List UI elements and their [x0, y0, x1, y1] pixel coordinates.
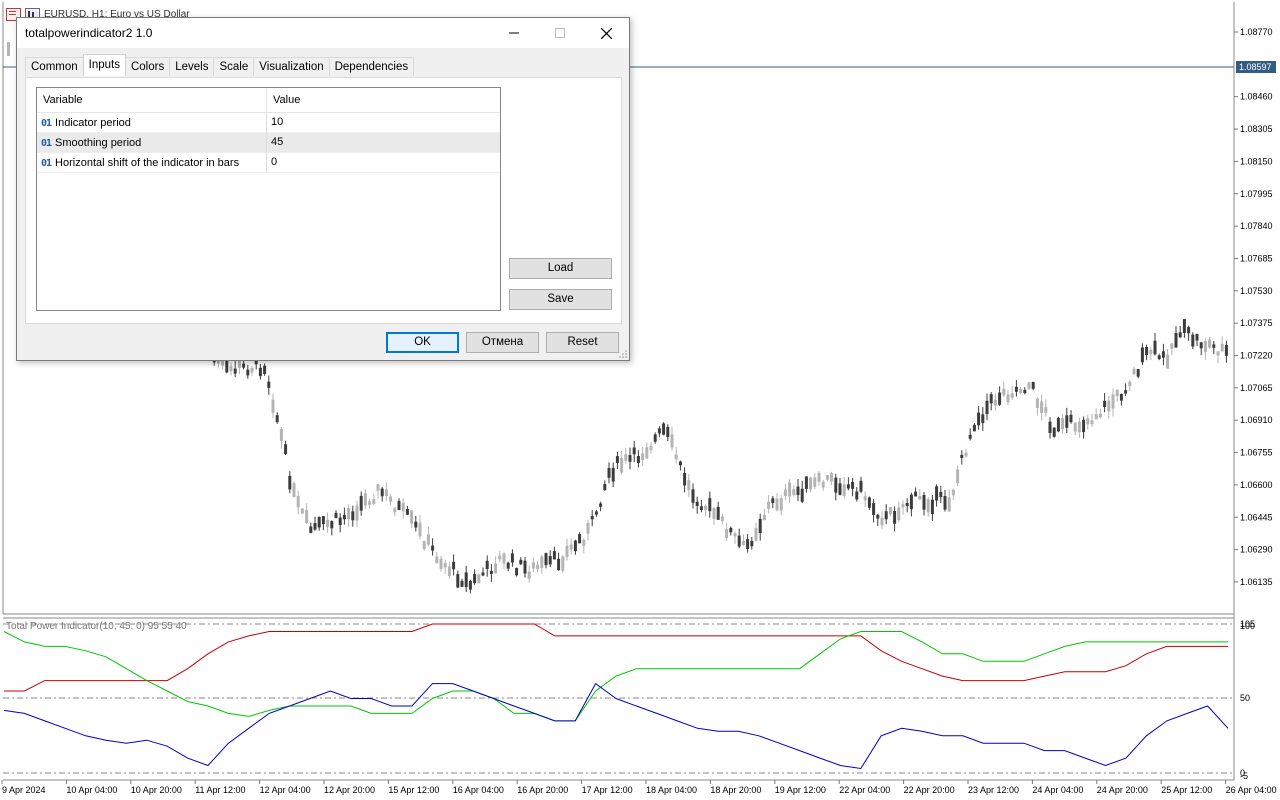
- ok-button[interactable]: OK: [386, 332, 459, 353]
- time-tick-label: 18 Apr 20:00: [710, 785, 761, 795]
- candle: [1056, 416, 1060, 433]
- price-tick-label: 1.08305: [1240, 124, 1273, 134]
- integer-type-icon: 01: [41, 117, 52, 129]
- candle: [300, 508, 304, 515]
- price-tick-label: 1.07220: [1240, 351, 1273, 361]
- price-tick-label: 1.07995: [1240, 189, 1273, 199]
- cancel-button[interactable]: Отмена: [466, 332, 539, 353]
- tab-common[interactable]: Common: [25, 57, 84, 76]
- close-icon: [600, 27, 612, 39]
- table-row[interactable]: 01 Indicator period 10: [37, 113, 500, 133]
- time-tick-label: 12 Apr 20:00: [324, 785, 375, 795]
- candle: [477, 573, 481, 584]
- table-row[interactable]: 01 Smoothing period 45: [37, 133, 500, 153]
- price-tick-label: 1.06445: [1240, 512, 1273, 522]
- value-cell[interactable]: 0: [267, 153, 500, 173]
- variable-name: Smoothing period: [55, 136, 142, 149]
- variable-name: Indicator period: [55, 116, 131, 129]
- price-tick-label: 1.07530: [1240, 286, 1273, 296]
- maximize-icon: [555, 28, 565, 38]
- tab-visualization[interactable]: Visualization: [253, 57, 330, 76]
- candle: [662, 422, 666, 436]
- candle: [7, 42, 10, 56]
- time-tick-label: 12 Apr 04:00: [260, 785, 311, 795]
- time-tick-label: 16 Apr 04:00: [453, 785, 504, 795]
- header-value[interactable]: Value: [267, 88, 500, 112]
- variable-cell: 01 Smoothing period: [37, 133, 267, 153]
- time-tick-label: 22 Apr 04:00: [839, 785, 890, 795]
- price-tick-label: 1.06290: [1240, 545, 1273, 555]
- close-button[interactable]: [583, 18, 629, 48]
- integer-type-icon: 01: [41, 137, 52, 149]
- time-tick-label: 25 Apr 12:00: [1161, 785, 1212, 795]
- time-tick-label: 24 Apr 04:00: [1032, 785, 1083, 795]
- time-tick-label: 26 Apr 04:00: [1226, 785, 1277, 795]
- header-variable[interactable]: Variable: [37, 88, 267, 112]
- tab-inputs[interactable]: Inputs: [82, 54, 126, 76]
- price-tick-label: 1.08150: [1240, 156, 1273, 166]
- value-cell[interactable]: 45: [267, 133, 500, 153]
- time-tick-label: 22 Apr 20:00: [904, 785, 955, 795]
- resize-grip-icon[interactable]: [619, 350, 627, 358]
- minimize-button[interactable]: [491, 18, 537, 48]
- time-tick-label: 19 Apr 12:00: [775, 785, 826, 795]
- table-header: Variable Value: [37, 88, 500, 113]
- price-tick-label: 1.08770: [1240, 27, 1273, 37]
- dialog-title: totalpowerindicator2 1.0: [25, 26, 153, 40]
- time-tick-label: 16 Apr 20:00: [517, 785, 568, 795]
- tab-levels[interactable]: Levels: [169, 57, 215, 76]
- candle: [1052, 427, 1056, 438]
- price-tick-label: 1.08460: [1240, 92, 1273, 102]
- variable-cell: 01 Horizontal shift of the indicator in …: [37, 153, 267, 173]
- time-tick-label: 10 Apr 20:00: [131, 785, 182, 795]
- reset-button[interactable]: Reset: [546, 332, 619, 353]
- load-button[interactable]: Load: [509, 258, 612, 279]
- indicator-tick-label: 50: [1240, 693, 1250, 703]
- candle: [292, 481, 296, 498]
- price-tick-label: 1.06600: [1240, 480, 1273, 490]
- variable-name: Horizontal shift of the indicator in bar…: [55, 156, 240, 169]
- table-row[interactable]: 01 Horizontal shift of the indicator in …: [37, 153, 500, 173]
- candle: [561, 554, 565, 574]
- maximize-button: [537, 18, 583, 48]
- time-tick-label: 17 Apr 12:00: [582, 785, 633, 795]
- time-tick-label: 11 Apr 12:00: [195, 785, 245, 795]
- price-tick-label: 1.06135: [1240, 577, 1273, 587]
- dialog-titlebar[interactable]: totalpowerindicator2 1.0: [17, 18, 629, 48]
- price-tick-label: 1.07065: [1240, 383, 1273, 393]
- current-price-label: 1.08597: [1239, 62, 1272, 72]
- minimize-icon: [509, 32, 519, 34]
- parameters-table[interactable]: Variable Value 01 Indicator period 10 01…: [36, 87, 501, 311]
- time-tick-label: 9 Apr 2024: [2, 785, 46, 795]
- time-tick-label: 10 Apr 04:00: [66, 785, 117, 795]
- time-tick-label: 24 Apr 20:00: [1097, 785, 1148, 795]
- indicator-tick-label: 100: [1240, 621, 1255, 631]
- integer-type-icon: 01: [41, 157, 52, 169]
- current-price-tag: 1.08597: [1236, 61, 1276, 73]
- indicator-properties-dialog[interactable]: totalpowerindicator2 1.0 Common Inputs C…: [16, 17, 630, 361]
- save-button[interactable]: Save: [509, 289, 612, 310]
- variable-cell: 01 Indicator period: [37, 113, 267, 133]
- price-tick-label: 1.06910: [1240, 415, 1273, 425]
- tab-colors[interactable]: Colors: [124, 57, 171, 76]
- price-tick-label: 1.07840: [1240, 221, 1273, 231]
- indicator-tick-label: -5: [1240, 771, 1248, 781]
- inputs-panel: Variable Value 01 Indicator period 10 01…: [25, 77, 622, 324]
- tab-scale[interactable]: Scale: [213, 57, 255, 76]
- time-tick-label: 23 Apr 12:00: [968, 785, 1019, 795]
- indicator-label: Total Power Indicator(10, 45, 0) 95 55 4…: [6, 621, 187, 632]
- dialog-tabs: Common Inputs Colors Levels Scale Visual…: [25, 54, 415, 77]
- value-cell[interactable]: 10: [267, 113, 500, 133]
- price-tick-label: 1.06755: [1240, 448, 1273, 458]
- candle: [515, 567, 519, 577]
- time-tick-label: 15 Apr 12:00: [388, 785, 439, 795]
- tab-dependencies[interactable]: Dependencies: [328, 57, 415, 76]
- price-tick-label: 1.07375: [1240, 318, 1273, 328]
- price-tick-label: 1.07685: [1240, 253, 1273, 263]
- time-tick-label: 18 Apr 04:00: [646, 785, 697, 795]
